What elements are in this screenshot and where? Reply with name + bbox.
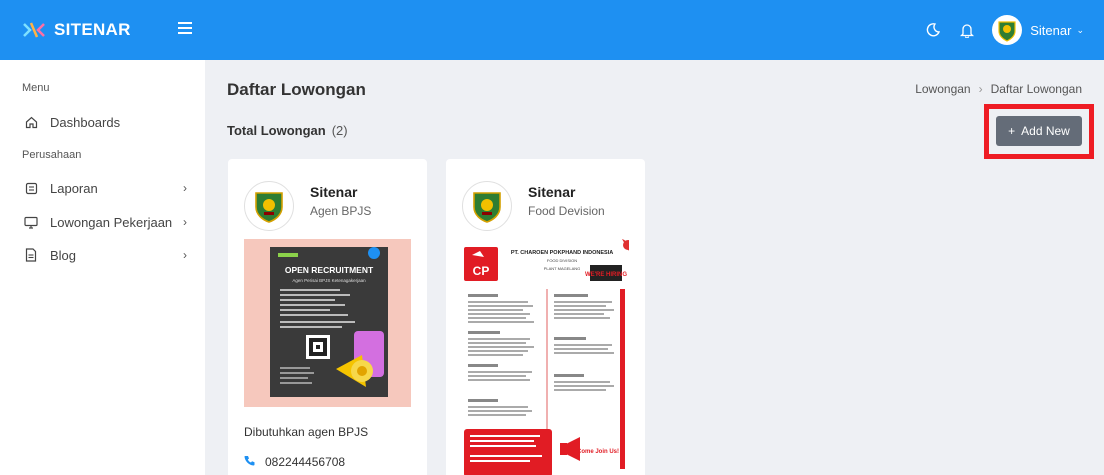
job-card[interactable]: Sitenar Food Devision CP PT. CHAROEN POK… bbox=[446, 159, 645, 475]
dark-mode-icon[interactable] bbox=[924, 21, 942, 39]
report-icon bbox=[24, 181, 38, 195]
poster-cta: Come Join Us! bbox=[577, 449, 619, 455]
job-position: Agen BPJS bbox=[310, 204, 372, 218]
sidebar-section-menu: Menu bbox=[22, 82, 50, 94]
sidebar-item-laporan[interactable]: Laporan › bbox=[0, 171, 205, 205]
user-name[interactable]: Sitenar bbox=[1030, 23, 1071, 38]
brand[interactable]: SITENAR bbox=[0, 0, 205, 60]
phone-number: 082244456708 bbox=[265, 455, 346, 469]
document-icon bbox=[24, 248, 38, 262]
sidebar-section-company: Perusahaan bbox=[22, 149, 82, 161]
monitor-icon bbox=[24, 215, 38, 229]
home-icon bbox=[24, 115, 38, 129]
plus-icon: + bbox=[1008, 124, 1016, 138]
sidebar-item-label: Laporan bbox=[50, 180, 98, 196]
poster-plant: PLANT MAGELANG bbox=[544, 266, 581, 271]
chevron-down-icon[interactable]: ⌄ bbox=[1076, 25, 1084, 36]
sidebar-item-blog[interactable]: Blog › bbox=[0, 238, 205, 272]
app-name: SITENAR bbox=[54, 20, 131, 39]
notification-bell-icon[interactable] bbox=[958, 21, 976, 39]
menu-toggle-icon[interactable] bbox=[178, 22, 192, 36]
add-new-button[interactable]: + Add New bbox=[996, 116, 1082, 146]
job-card[interactable]: Sitenar Agen BPJS OPEN RECRUITMENT Agen … bbox=[228, 159, 427, 475]
total-count: (2) bbox=[331, 123, 348, 138]
phone-icon bbox=[244, 455, 255, 469]
chevron-right-icon: › bbox=[183, 248, 187, 262]
breadcrumb: Lowongan › Daftar Lowongan bbox=[915, 82, 1082, 96]
poster-badge: WE'RE HIRING bbox=[585, 272, 627, 278]
main-content: Daftar Lowongan Lowongan › Daftar Lowongan… bbox=[205, 60, 1104, 475]
poster-heading: OPEN RECRUITMENT bbox=[285, 265, 374, 275]
sidebar-item-label: Lowongan Pekerjaan bbox=[50, 214, 173, 230]
add-new-label: Add New bbox=[1021, 124, 1070, 138]
job-poster-image: CP PT. CHAROEN POKPHAND INDONESIA FOOD D… bbox=[462, 239, 629, 475]
page-title: Daftar Lowongan bbox=[227, 80, 366, 99]
breadcrumb-item-current: Daftar Lowongan bbox=[990, 82, 1082, 96]
company-logo bbox=[462, 181, 512, 231]
sidebar: Menu Dashboards Perusahaan Laporan › Low… bbox=[0, 60, 205, 475]
total-label: Total Lowongan bbox=[227, 123, 326, 138]
job-phone: 082244456708 bbox=[244, 455, 345, 469]
poster-logo: CP bbox=[473, 264, 490, 278]
company-logo bbox=[244, 181, 294, 231]
user-avatar[interactable] bbox=[992, 15, 1023, 45]
breadcrumb-item-lowongan[interactable]: Lowongan bbox=[915, 82, 970, 96]
total-lowongan: Total Lowongan (2) bbox=[227, 123, 348, 138]
job-position: Food Devision bbox=[528, 204, 605, 218]
company-name: Sitenar bbox=[310, 184, 358, 200]
company-name: Sitenar bbox=[528, 184, 576, 200]
sidebar-item-label: Dashboards bbox=[50, 114, 121, 130]
breadcrumb-separator-icon: › bbox=[978, 82, 983, 96]
poster-subheading: Agen Perisai BPJS Ketenagakerjaan bbox=[292, 278, 366, 283]
top-navbar: SITENAR Sitenar ⌄ bbox=[0, 0, 1104, 60]
chevron-right-icon: › bbox=[183, 181, 187, 195]
chevron-right-icon: › bbox=[183, 215, 187, 229]
poster-company: PT. CHAROEN POKPHAND INDONESIA bbox=[511, 250, 613, 256]
poster-division: FOOD DIVISION bbox=[547, 258, 577, 263]
sidebar-item-dashboards[interactable]: Dashboards bbox=[0, 105, 205, 139]
app-logo-icon bbox=[23, 22, 45, 38]
sidebar-item-label: Blog bbox=[50, 247, 77, 263]
sidebar-item-lowongan-pekerjaan[interactable]: Lowongan Pekerjaan › bbox=[0, 205, 205, 239]
job-poster-image: OPEN RECRUITMENT Agen Perisai BPJS Keten… bbox=[244, 239, 411, 407]
job-description: Dibutuhkan agen BPJS bbox=[244, 425, 369, 439]
